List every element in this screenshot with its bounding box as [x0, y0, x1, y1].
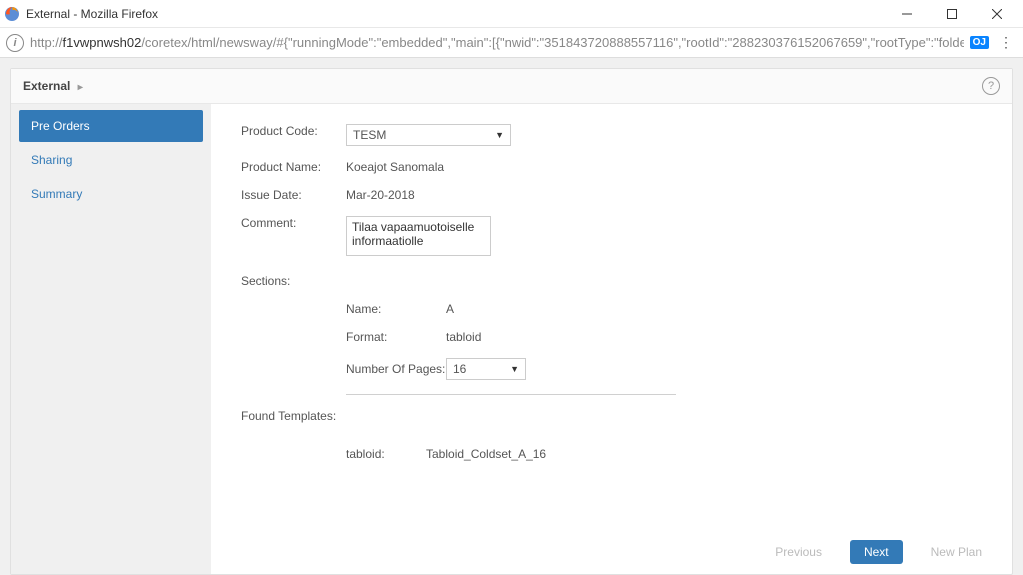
- row-section-format: Format: tabloid: [346, 330, 676, 344]
- label-comment: Comment:: [241, 216, 346, 230]
- row-section-name: Name: A: [346, 302, 676, 316]
- sidebar: Pre Orders Sharing Summary: [11, 104, 211, 574]
- breadcrumb-label: External: [23, 79, 70, 93]
- row-product-code: Product Code: TESM ▼: [241, 124, 982, 146]
- sidebar-item-label: Summary: [31, 187, 82, 201]
- comment-textarea[interactable]: Tilaa vapaamuotoiselle informaatiolle: [346, 216, 491, 256]
- next-button[interactable]: Next: [850, 540, 903, 564]
- firefox-icon: [4, 6, 20, 22]
- row-section-pages: Number Of Pages: 16 ▼: [346, 358, 676, 380]
- url-host: f1vwpnwsh02: [63, 35, 142, 50]
- label-sections: Sections:: [241, 274, 346, 288]
- window-controls: [884, 0, 1019, 28]
- sidebar-item-sharing[interactable]: Sharing: [19, 144, 203, 176]
- label-section-format: Format:: [346, 330, 446, 344]
- window-titlebar: External - Mozilla Firefox: [0, 0, 1023, 28]
- issue-date-value: Mar-20-2018: [346, 188, 415, 202]
- product-code-select[interactable]: TESM ▼: [346, 124, 511, 146]
- label-section-pages: Number Of Pages:: [346, 362, 446, 376]
- row-sections-heading: Sections:: [241, 274, 982, 288]
- url-path: /coretex/html/newsway/#{"runningMode":"e…: [141, 35, 963, 50]
- window-title: External - Mozilla Firefox: [26, 7, 884, 21]
- label-issue-date: Issue Date:: [241, 188, 346, 202]
- label-product-name: Product Name:: [241, 160, 346, 174]
- product-code-value: TESM: [353, 128, 386, 142]
- previous-button[interactable]: Previous: [761, 540, 836, 564]
- chevron-down-icon: ▼: [510, 364, 519, 374]
- maximize-button[interactable]: [929, 0, 974, 28]
- extension-badge[interactable]: OJ: [970, 36, 989, 49]
- url-prefix: http://: [30, 35, 63, 50]
- templates-block: tabloid: Tabloid_Coldset_A_16: [346, 447, 982, 461]
- template-value: Tabloid_Coldset_A_16: [426, 447, 546, 461]
- template-row: tabloid: Tabloid_Coldset_A_16: [346, 447, 982, 461]
- card-header: External ▸ ?: [11, 69, 1012, 104]
- template-format-label: tabloid:: [346, 447, 426, 461]
- row-issue-date: Issue Date: Mar-20-2018: [241, 188, 982, 202]
- form-area: Product Code: TESM ▼ Product Name: Koeaj…: [211, 104, 1012, 574]
- label-found-templates: Found Templates:: [241, 409, 371, 423]
- row-found-templates-heading: Found Templates:: [241, 409, 982, 423]
- num-pages-select[interactable]: 16 ▼: [446, 358, 526, 380]
- section-format-value: tabloid: [446, 330, 481, 344]
- sidebar-item-label: Pre Orders: [31, 119, 90, 133]
- sections-block: Name: A Format: tabloid Number Of Pages:…: [346, 302, 676, 395]
- sidebar-item-pre-orders[interactable]: Pre Orders: [19, 110, 203, 142]
- help-icon[interactable]: ?: [982, 77, 1000, 95]
- sidebar-item-summary[interactable]: Summary: [19, 178, 203, 210]
- chevron-right-icon: ▸: [78, 82, 83, 93]
- main-card: External ▸ ? Pre Orders Sharing Summary: [10, 68, 1013, 575]
- chevron-down-icon: ▼: [495, 130, 504, 140]
- new-plan-button[interactable]: New Plan: [917, 540, 996, 564]
- row-comment: Comment: Tilaa vapaamuotoiselle informaa…: [241, 216, 982, 256]
- breadcrumb[interactable]: External ▸: [23, 79, 83, 93]
- label-product-code: Product Code:: [241, 124, 346, 138]
- site-info-icon[interactable]: i: [6, 34, 24, 52]
- product-name-value: Koeajot Sanomala: [346, 160, 444, 174]
- close-button[interactable]: [974, 0, 1019, 28]
- section-divider: [346, 394, 676, 395]
- page-area: External ▸ ? Pre Orders Sharing Summary: [0, 58, 1023, 575]
- minimize-button[interactable]: [884, 0, 929, 28]
- footer-actions: Previous Next New Plan: [761, 540, 996, 564]
- address-more-icon[interactable]: ⋮: [995, 34, 1017, 51]
- address-bar: i http://f1vwpnwsh02/coretex/html/newswa…: [0, 28, 1023, 58]
- section-name-value: A: [446, 302, 454, 316]
- row-product-name: Product Name: Koeajot Sanomala: [241, 160, 982, 174]
- url-display[interactable]: http://f1vwpnwsh02/coretex/html/newsway/…: [30, 35, 964, 50]
- card-body: Pre Orders Sharing Summary Product Code:…: [11, 104, 1012, 574]
- num-pages-value: 16: [453, 362, 466, 376]
- sidebar-item-label: Sharing: [31, 153, 72, 167]
- label-section-name: Name:: [346, 302, 446, 316]
